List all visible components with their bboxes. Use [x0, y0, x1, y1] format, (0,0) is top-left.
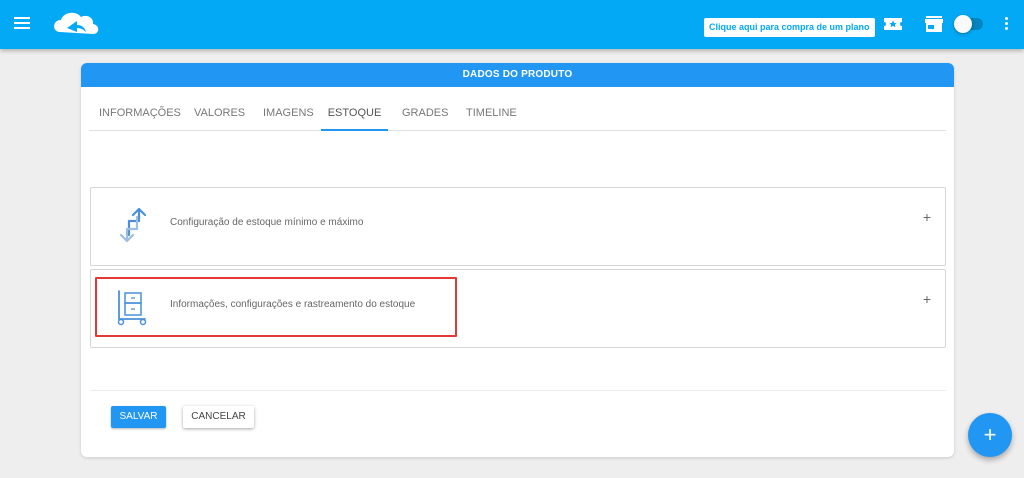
toggle-knob — [954, 15, 972, 33]
arrows-up-down-icon — [119, 207, 147, 243]
tab-grades[interactable]: GRADES — [396, 99, 454, 131]
top-app-bar: Clique aqui para compra de um plano — [0, 0, 1024, 49]
add-fab-button[interactable]: + — [968, 413, 1012, 457]
cancel-button[interactable]: CANCELAR — [183, 406, 254, 428]
ticket-icon[interactable] — [883, 15, 903, 33]
tab-bar: INFORMAÇÕES VALORES IMAGENS ESTOQUE GRAD… — [89, 99, 946, 131]
product-card: DADOS DO PRODUTO INFORMAÇÕES VALORES IMA… — [81, 63, 954, 457]
theme-toggle[interactable] — [954, 15, 983, 33]
tab-estoque[interactable]: ESTOQUE — [321, 99, 388, 131]
app-logo[interactable] — [50, 8, 102, 42]
panel-stock-min-max[interactable]: Configuração de estoque mínimo e máximo … — [90, 187, 946, 266]
card-header-title: DADOS DO PRODUTO — [81, 63, 954, 87]
tab-informacoes[interactable]: INFORMAÇÕES — [93, 99, 187, 131]
buy-plan-button[interactable]: Clique aqui para compra de um plano — [704, 18, 875, 37]
save-button[interactable]: SALVAR — [111, 406, 166, 428]
tab-imagens[interactable]: IMAGENS — [257, 99, 320, 131]
panel-label: Informações, configurações e rastreament… — [170, 299, 416, 310]
tab-valores[interactable]: VALORES — [188, 99, 251, 131]
expand-icon[interactable]: + — [923, 291, 931, 307]
tab-timeline[interactable]: TIMELINE — [460, 99, 523, 131]
panel-stock-tracking[interactable]: Informações, configurações e rastreament… — [90, 269, 946, 348]
panel-label: Configuração de estoque mínimo e máximo — [170, 217, 364, 228]
more-vert-icon[interactable] — [1001, 17, 1011, 33]
menu-icon[interactable] — [14, 17, 30, 29]
expand-icon[interactable]: + — [923, 209, 931, 225]
hand-truck-icon — [117, 290, 147, 326]
divider — [90, 390, 946, 391]
store-icon[interactable] — [924, 15, 944, 33]
